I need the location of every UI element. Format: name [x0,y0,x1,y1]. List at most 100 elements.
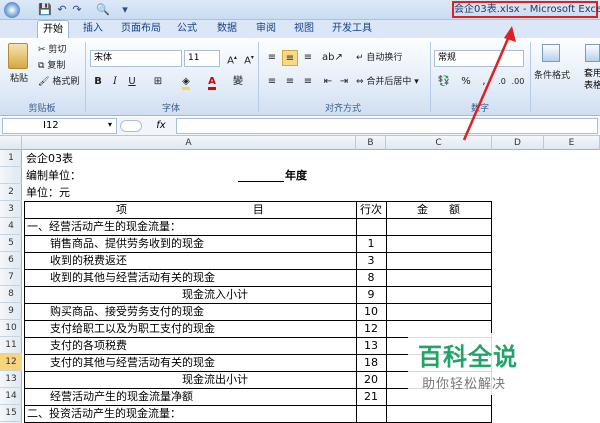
italic-icon[interactable]: I [107,74,123,90]
font-color-icon[interactable]: A [204,74,220,90]
align-top-icon[interactable]: ≡ [264,50,280,66]
merge-center-button[interactable]: ⇔ 合并后居中 ▾ [356,74,419,90]
item-line: 20 [364,373,378,386]
separator [530,42,531,112]
select-all[interactable] [0,136,22,150]
column-header-a[interactable]: A [22,136,356,150]
fx-button[interactable]: fx [148,118,174,134]
item-line: 21 [364,390,378,403]
wrap-icon: ↵ [356,53,364,63]
row-header[interactable]: 13 [0,371,22,388]
decrease-indent-icon[interactable]: ⇤ [320,74,336,90]
bold-icon[interactable]: B [90,74,106,90]
name-box-dropdown-icon[interactable]: ▾ [108,120,112,129]
row-header-selected[interactable]: 12 [0,354,22,371]
tab-home[interactable]: 开始 [37,20,69,38]
row-header[interactable]: 11 [0,337,22,354]
office-button[interactable] [4,2,20,18]
redo-icon[interactable]: ↷ [70,3,84,17]
print-preview-icon[interactable]: 🔍 [96,3,110,17]
align-right-icon[interactable]: ≡ [300,74,316,90]
year-blank-line [238,181,284,182]
formula-bar-handle[interactable] [120,120,142,132]
tab-review[interactable]: 审阅 [251,20,281,38]
item-line: 8 [367,271,375,284]
row-header[interactable]: 4 [0,218,22,235]
qat-dropdown-icon[interactable]: ▾ [118,3,132,17]
item-line: 9 [367,288,375,301]
row-header[interactable] [0,167,22,184]
paste-icon[interactable] [8,43,28,69]
tab-page-layout[interactable]: 页面布局 [116,20,166,38]
align-bottom-icon[interactable]: ≡ [300,50,316,66]
underline-icon[interactable]: U [124,74,140,90]
row-header[interactable]: 6 [0,252,22,269]
item-text: 收到的税费返还 [50,254,127,267]
orientation-icon[interactable]: ab↗ [322,50,343,66]
row-header[interactable]: 14 [0,388,22,405]
font-name-combo[interactable]: 宋体 [90,50,182,67]
currency-icon[interactable]: 💱 [436,74,452,90]
copy-label: 复制 [47,61,66,71]
scissors-icon: ✂ [38,45,46,55]
wrap-text-button[interactable]: ↵ 自动换行 [356,50,402,66]
currency-label: 单位：元 [26,186,70,199]
row-header[interactable]: 2 [0,184,22,201]
phonetic-icon[interactable]: 變 [230,74,246,90]
undo-icon[interactable]: ↶ [55,3,69,17]
conditional-format-button[interactable]: 条件格式 [534,68,570,84]
header-amount: 金 额 [417,203,460,216]
table-format-icon[interactable] [585,44,600,62]
tab-formulas[interactable]: 公式 [172,20,202,38]
watermark: 百科全说 助你轻松解决 [408,333,584,395]
alignment-group-label: 对齐方式 [324,104,361,114]
row-header[interactable]: 7 [0,269,22,286]
table-format-button[interactable]: 套用 表格格 [584,68,600,92]
row-header[interactable]: 1 [0,150,22,167]
tab-developer[interactable]: 开发工具 [327,20,377,38]
item-text: 一、经营活动产生的现金流量： [27,220,181,233]
align-center-icon[interactable]: ≡ [282,74,298,90]
item-text: 支付的其他与经营活动有关的现金 [50,356,215,369]
row-header[interactable]: 15 [0,405,22,422]
conditional-format-icon[interactable] [542,44,560,62]
align-left-icon[interactable]: ≡ [264,74,280,90]
item-text: 经营活动产生的现金流量净额 [50,390,193,403]
cut-button[interactable]: ✂ 剪切 [38,42,66,58]
save-icon[interactable]: 💾 [38,3,52,17]
item-text: 现金流入小计 [182,288,248,301]
brush-icon: 🖌 [38,77,50,87]
window-title: 会企03表.xlsx - Microsoft Excel [452,1,600,18]
annotation-arrow [462,26,516,141]
copy-button[interactable]: ⧉ 复制 [38,58,65,74]
font-size-combo[interactable]: 11 [184,50,220,67]
row-header[interactable]: 5 [0,235,22,252]
border-icon[interactable]: ⊞ [150,74,166,90]
tab-insert[interactable]: 插入 [78,20,108,38]
format-painter-label: 格式刷 [52,77,80,87]
sheet-title: 会企03表 [26,152,73,165]
increase-indent-icon[interactable]: ⇥ [336,74,352,90]
grow-font-icon[interactable]: A▴ [224,50,240,66]
tab-view[interactable]: 视图 [289,20,319,38]
align-middle-icon[interactable]: ≡ [282,50,298,66]
copy-icon: ⧉ [38,61,45,71]
format-painter-button[interactable]: 🖌 格式刷 [38,74,79,90]
shrink-font-icon[interactable]: A▾ [241,50,257,66]
formula-input[interactable] [176,118,598,134]
name-box[interactable]: I12 [2,118,117,134]
row-header[interactable]: 3 [0,201,22,218]
item-text: 购买商品、接受劳务支付的现金 [50,305,204,318]
header-item: 项 目 [116,203,264,216]
column-header-e[interactable]: E [544,136,600,150]
item-text: 支付的各项税费 [50,339,127,352]
row-header[interactable]: 10 [0,320,22,337]
tab-data[interactable]: 数据 [212,20,242,38]
table-border [24,286,492,287]
column-header-b[interactable]: B [356,136,386,150]
item-text: 销售商品、提供劳务收到的现金 [50,237,204,250]
fill-color-icon[interactable]: ◈ [178,74,194,90]
row-header[interactable]: 9 [0,303,22,320]
row-header[interactable]: 8 [0,286,22,303]
paste-button[interactable]: 粘贴 [10,71,28,87]
